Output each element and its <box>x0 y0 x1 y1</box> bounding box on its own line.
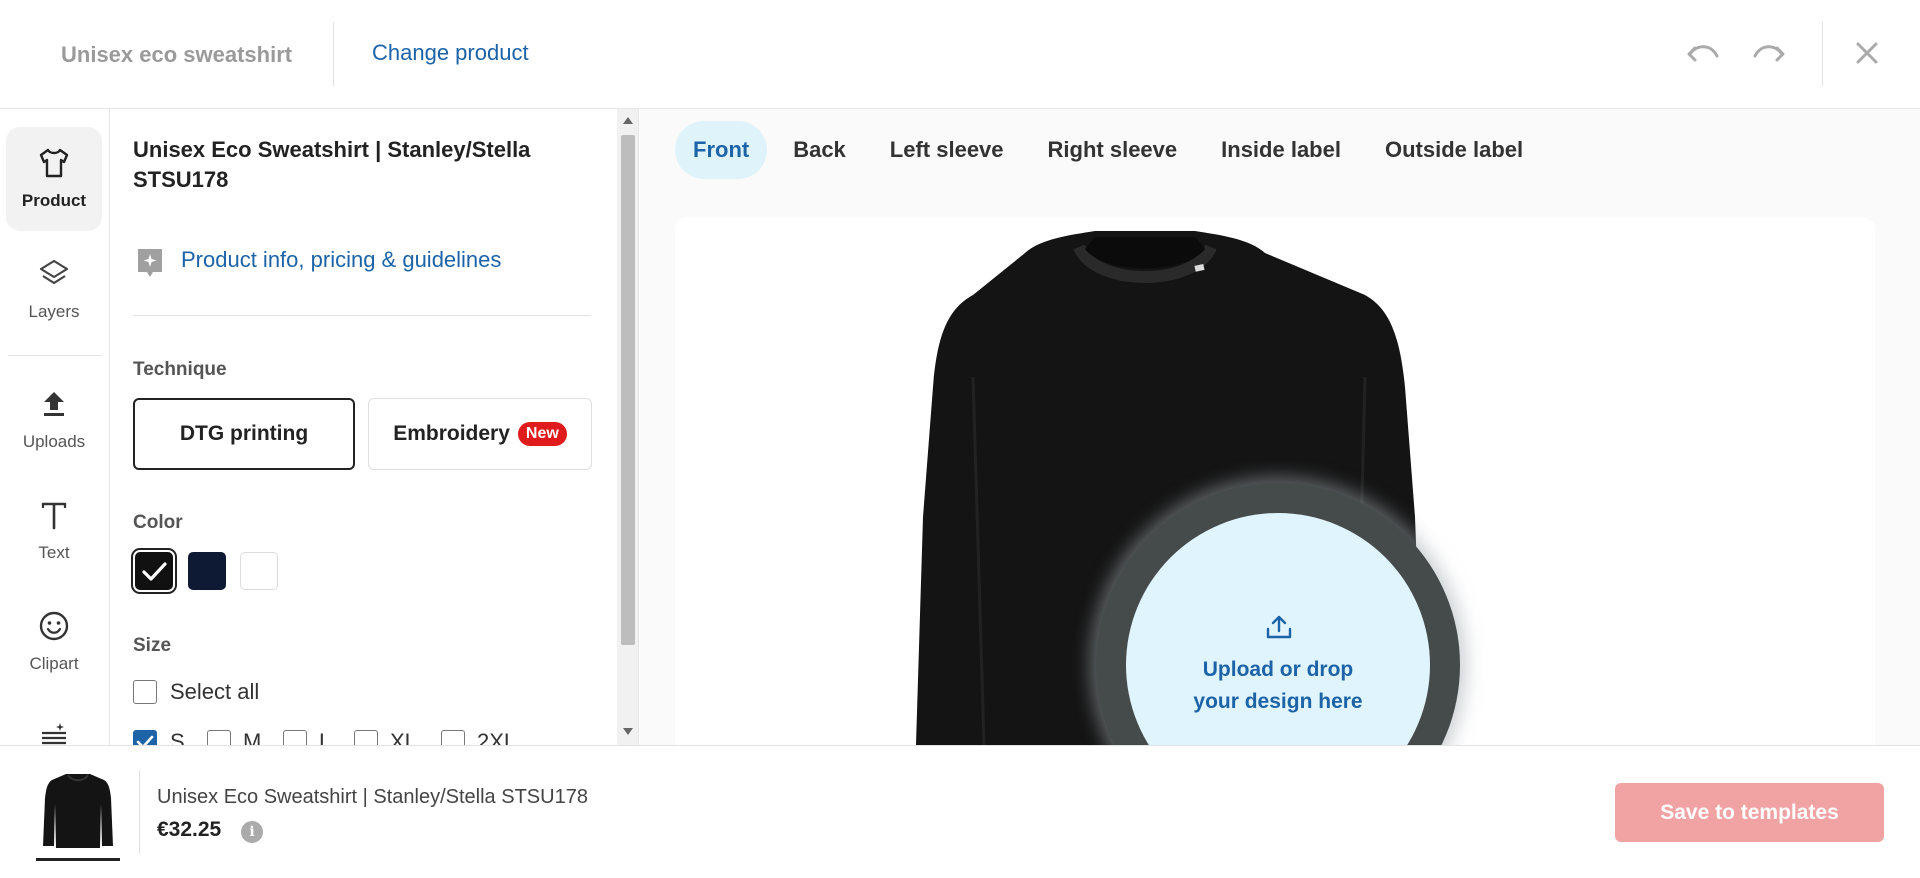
undo-icon <box>1687 45 1719 62</box>
upload-prompt-text: Upload or drop your design here <box>1148 654 1408 718</box>
new-badge: New <box>517 422 567 446</box>
size-checkbox-m[interactable] <box>207 730 231 745</box>
product-info-icon <box>135 246 165 280</box>
upload-arrow-icon <box>1266 615 1292 639</box>
size-label: XL <box>390 729 417 745</box>
header-divider <box>1822 22 1823 86</box>
nav-item-product[interactable]: Product <box>6 127 102 231</box>
header-divider <box>333 22 334 86</box>
size-label: S <box>170 729 185 745</box>
scroll-down-arrow-icon[interactable] <box>623 728 633 735</box>
left-toolbar: Product Layers Uploads Text Clipart <box>0 109 110 745</box>
scrollbar-thumb[interactable] <box>621 135 635 645</box>
nav-item-clipart[interactable]: Clipart <box>6 590 102 694</box>
upload-line-1: Upload or drop <box>1202 658 1354 681</box>
bottom-bar: Unisex Eco Sweatshirt | Stanley/Stella S… <box>0 745 1920 878</box>
tab-front[interactable]: Front <box>675 121 768 179</box>
close-button[interactable] <box>1850 36 1884 70</box>
color-heading: Color <box>133 512 183 533</box>
technique-dtg-button[interactable]: DTG printing <box>133 398 355 470</box>
size-checkbox-xl[interactable] <box>354 730 378 745</box>
text-icon <box>41 502 67 530</box>
nav-label: Text <box>38 543 70 562</box>
tshirt-icon <box>39 148 69 178</box>
scroll-up-arrow-icon[interactable] <box>623 117 633 124</box>
smiley-icon <box>39 611 69 641</box>
size-checkbox-s[interactable] <box>133 730 157 745</box>
price-info-icon[interactable]: i <box>241 821 263 843</box>
technique-label: Embroidery <box>393 422 510 445</box>
technique-embroidery-button[interactable]: Embroidery New <box>368 398 592 470</box>
tab-right-sleeve[interactable]: Right sleeve <box>1030 121 1196 179</box>
placement-tabs: Front Back Left sleeve Right sleeve Insi… <box>675 121 1541 179</box>
size-heading: Size <box>133 635 172 656</box>
select-all-label: Select all <box>170 679 260 704</box>
product-name-title: Unisex eco sweatshirt <box>61 42 293 67</box>
technique-label: DTG printing <box>179 422 309 445</box>
check-icon <box>142 562 167 581</box>
nav-label: Clipart <box>29 654 79 673</box>
top-bar: Unisex eco sweatshirt Change product <box>0 0 1920 109</box>
footer-divider <box>139 770 140 854</box>
layers-icon <box>39 259 69 285</box>
panel-scrollbar[interactable] <box>617 109 638 745</box>
color-swatch-black[interactable] <box>131 548 177 594</box>
size-label: M <box>243 729 262 745</box>
nav-divider <box>8 355 102 356</box>
nav-label: Product <box>21 191 87 210</box>
tab-inside-label[interactable]: Inside label <box>1203 121 1359 179</box>
select-all-checkbox[interactable] <box>133 680 157 704</box>
color-swatch-navy[interactable] <box>188 552 226 590</box>
nav-item-uploads[interactable]: Uploads <box>6 368 102 472</box>
footer-product-name: Unisex Eco Sweatshirt | Stanley/Stella S… <box>157 786 588 808</box>
nav-label: Uploads <box>22 432 86 451</box>
save-to-templates-button[interactable]: Save to templates <box>1615 783 1884 842</box>
tab-outside-label[interactable]: Outside label <box>1367 121 1541 179</box>
size-label: L <box>319 729 332 745</box>
footer-price: €32.25 <box>157 818 222 841</box>
nav-item-layers[interactable]: Layers <box>6 238 102 342</box>
tab-back[interactable]: Back <box>775 121 864 179</box>
nav-item-effects[interactable] <box>6 701 102 745</box>
redo-icon <box>1753 45 1785 62</box>
section-divider <box>133 315 591 316</box>
upload-icon <box>44 392 64 416</box>
redo-button[interactable] <box>1751 38 1787 70</box>
check-icon <box>136 735 154 745</box>
color-swatch-white[interactable] <box>240 552 278 590</box>
size-label: 2XL <box>477 729 517 745</box>
product-panel: Unisex Eco Sweatshirt | Stanley/Stella S… <box>111 109 639 745</box>
nav-label: Layers <box>28 302 80 321</box>
product-info-link[interactable]: Product info, pricing & guidelines <box>181 247 501 273</box>
product-title: Unisex Eco Sweatshirt | Stanley/Stella S… <box>133 137 531 192</box>
upload-line-2: your design here <box>1193 690 1363 713</box>
change-product-link[interactable]: Change product <box>372 40 529 66</box>
product-thumbnail[interactable] <box>36 768 120 852</box>
size-checkbox-l[interactable] <box>283 730 307 745</box>
sparkle-icon <box>42 723 66 745</box>
thumbnail-underline <box>36 858 120 861</box>
undo-button[interactable] <box>1685 38 1721 70</box>
tab-left-sleeve[interactable]: Left sleeve <box>872 121 1022 179</box>
technique-heading: Technique <box>133 359 227 380</box>
close-icon <box>1856 42 1878 64</box>
size-checkbox-2xl[interactable] <box>441 730 465 745</box>
nav-item-text[interactable]: Text <box>6 479 102 583</box>
